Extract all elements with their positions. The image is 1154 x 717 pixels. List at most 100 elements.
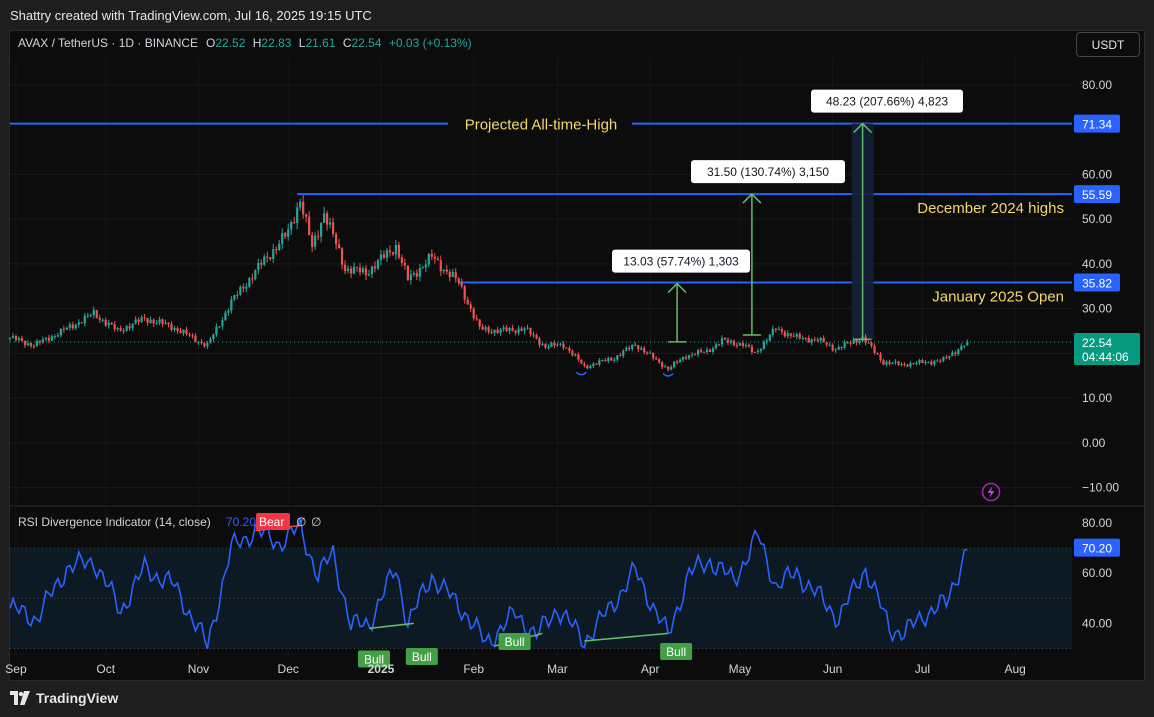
candle-body <box>125 326 128 331</box>
candle-body <box>397 244 401 258</box>
candle-body <box>915 363 918 365</box>
candle-body <box>711 348 715 352</box>
candle-body <box>358 267 362 273</box>
lightning-icon[interactable] <box>981 482 1001 502</box>
candle-body <box>269 257 272 259</box>
candle-body <box>161 319 164 325</box>
candle-body <box>361 268 365 273</box>
candle-body <box>559 343 562 345</box>
candle-body <box>299 201 302 208</box>
candle-body <box>939 360 942 362</box>
level-label-ath: Projected All-time-High <box>465 117 618 134</box>
candle-body <box>394 244 398 255</box>
candle-body <box>466 299 469 305</box>
legend-h-value: 22.83 <box>261 36 291 50</box>
rsi-title: RSI Divergence Indicator (14, close) <box>18 515 211 529</box>
candle-body <box>251 278 254 280</box>
legend-ohlc: O22.52 H22.83 L21.61 C22.54 +0.03 (+0.13… <box>206 36 472 50</box>
candle-body <box>140 317 143 322</box>
candle-body <box>385 250 389 258</box>
candle-body <box>8 337 12 339</box>
rsi-value-tag-text: 70.20 <box>1082 542 1112 556</box>
candle-body <box>245 286 248 289</box>
candle-body <box>957 349 960 355</box>
candle-body <box>726 339 730 343</box>
level-label: December 2024 highs <box>917 200 1064 217</box>
candle-body <box>343 264 347 272</box>
candle-body <box>364 268 368 276</box>
candle-body <box>47 337 50 341</box>
candle-body <box>448 271 451 277</box>
candle-body <box>442 269 445 272</box>
candle-body <box>894 361 897 363</box>
candle-body <box>598 360 601 365</box>
candle-body <box>209 339 212 344</box>
candle-body <box>20 338 24 341</box>
candle-body <box>86 315 89 317</box>
candle-body <box>158 319 161 323</box>
candle-body <box>735 345 739 347</box>
candle-body <box>128 326 131 329</box>
candle-body <box>843 342 846 348</box>
candle-body <box>146 318 149 323</box>
time-axis-label: Apr <box>641 662 660 676</box>
candle-body <box>717 344 721 346</box>
candle-body <box>278 243 281 250</box>
candle-body <box>511 327 514 331</box>
candle-body <box>44 337 47 340</box>
candle-body <box>14 335 18 341</box>
candle-body <box>50 336 53 341</box>
candle-body <box>382 254 386 258</box>
candle-body <box>215 326 218 335</box>
candle-body <box>391 252 395 255</box>
chart-canvas[interactable]: 80.0060.0050.0040.0030.0020.0010.000.00−… <box>0 0 1154 717</box>
candle-body <box>236 294 239 296</box>
horizontal-levels <box>10 122 1072 284</box>
candle-body <box>272 249 275 259</box>
candle-body <box>954 352 957 355</box>
candle-body <box>23 340 27 346</box>
rsi-empty-glyph-1: ∅ <box>296 515 306 529</box>
candle-body <box>224 312 227 321</box>
level-label: January 2025 Open <box>932 289 1064 306</box>
candle-body <box>376 260 380 269</box>
candle-body <box>544 343 547 348</box>
candle-body <box>418 268 421 277</box>
candle-body <box>164 322 167 325</box>
candle-body <box>421 267 424 269</box>
candle-body <box>26 343 30 346</box>
candle-body <box>221 320 224 327</box>
currency-button[interactable]: USDT <box>1076 32 1140 57</box>
candle-body <box>777 328 780 330</box>
time-axis-label: May <box>729 662 752 676</box>
candle-body <box>176 328 179 332</box>
tradingview-logo[interactable]: TradingView <box>10 690 118 706</box>
candle-body <box>263 256 266 265</box>
candle-body <box>574 354 577 356</box>
candle-body <box>101 319 104 321</box>
time-axis-label: Dec <box>278 662 299 676</box>
candle-body <box>95 310 98 319</box>
candle-body <box>230 299 233 311</box>
candle-body <box>469 304 472 309</box>
candle-body <box>699 350 703 352</box>
measurement-arrows: 13.03 (57.74%) 1,303 31.50 (130.74%) 3,15… <box>612 89 963 343</box>
candle-body <box>65 327 68 330</box>
tradingview-brand: TradingView <box>36 690 119 706</box>
candle-body <box>370 266 374 275</box>
candle-body <box>684 357 688 359</box>
candle-body <box>586 365 589 369</box>
candle-body <box>867 342 870 344</box>
candle-body <box>502 327 505 330</box>
candle-body <box>284 233 287 237</box>
candle-body <box>328 222 332 225</box>
candle-body <box>326 213 329 225</box>
time-axis-label: 2025 <box>368 662 395 676</box>
candle-body <box>696 350 700 355</box>
candle-body <box>334 234 338 245</box>
candle-body <box>613 359 616 361</box>
candle-body <box>424 264 427 268</box>
candle-body <box>74 324 77 329</box>
candle-body <box>774 328 777 330</box>
candle-body <box>565 347 568 349</box>
